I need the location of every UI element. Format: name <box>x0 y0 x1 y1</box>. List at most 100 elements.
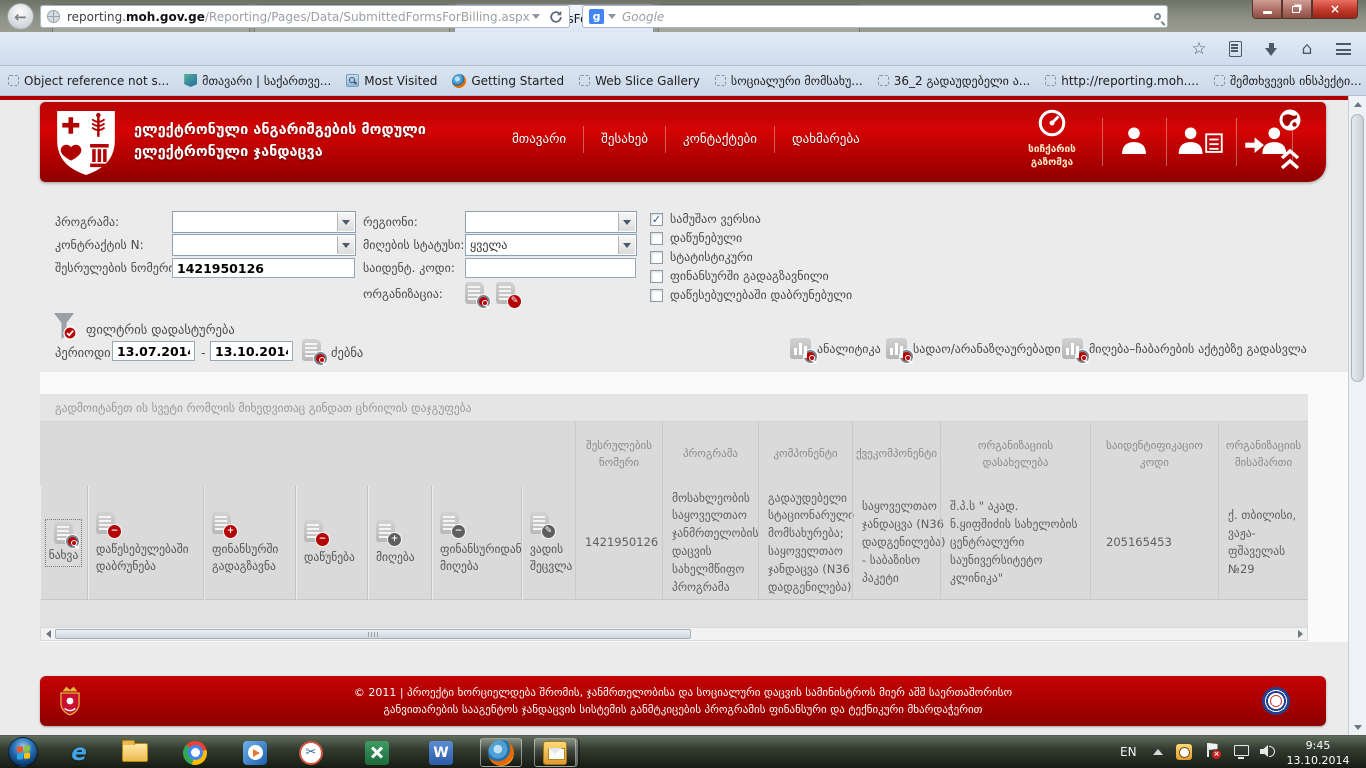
execution-number-input[interactable] <box>172 258 355 278</box>
minimize-button[interactable] <box>1252 0 1282 19</box>
action-return-to-institution-button[interactable]: − დაწესებულებაში დაბრუნება <box>88 486 204 600</box>
scroll-down-icon[interactable] <box>1349 719 1366 735</box>
taskbar-chrome[interactable] <box>174 738 216 767</box>
scroll-up-icon[interactable] <box>1349 96 1366 112</box>
column-header-component[interactable]: კომპონენტი <box>758 422 852 486</box>
bookmark-item[interactable]: სოციალური მომსახუ... <box>715 74 863 88</box>
column-header-subcomponent[interactable]: ქვეკომპონენტი <box>852 422 940 486</box>
bookmark-item[interactable]: Web Slice Gallery <box>579 74 700 88</box>
network-icon[interactable] <box>1234 745 1249 756</box>
region-select[interactable] <box>465 211 637 233</box>
bookmark-item[interactable]: Object reference not s... <box>8 74 169 88</box>
page-vertical-scrollbar[interactable] <box>1348 96 1366 735</box>
checkbox-returned-to-institution[interactable]: დაწესებულებაში დაბრუნებული <box>650 288 852 302</box>
tray-outlook-reminder-icon[interactable] <box>1176 744 1192 760</box>
show-hidden-icons-icon[interactable] <box>1153 749 1163 755</box>
taskbar-word[interactable]: W <box>420 738 462 767</box>
reload-icon[interactable] <box>549 10 563 24</box>
checkbox-statistical[interactable]: სტატისტიკური <box>650 250 753 264</box>
taskbar-windows-explorer[interactable] <box>114 738 156 767</box>
grid-horizontal-scrollbar[interactable] <box>40 627 1308 641</box>
bookmark-item[interactable]: Most Visited <box>346 74 437 88</box>
language-globe-icon[interactable] <box>1278 108 1302 136</box>
start-button[interactable] <box>8 737 38 767</box>
taskbar-excel[interactable] <box>356 738 398 767</box>
disputed-link[interactable]: სადაო/არანაზღაურებადი <box>886 338 1061 359</box>
column-header-organization[interactable]: ორგანიზაციის დასახელება <box>940 422 1090 486</box>
site-identity-globe-icon[interactable] <box>47 10 60 23</box>
filter-confirm-label[interactable]: ფილტრის დადასტურება <box>86 322 235 337</box>
nav-item-home[interactable]: მთავარი <box>495 126 583 153</box>
grid-data-row[interactable]: ნახვა − დაწესებულებაში დაბრუნება + ფინან… <box>40 486 1308 600</box>
column-header-ident-code[interactable]: საიდენტიფიკაციო კოდი <box>1090 422 1218 486</box>
column-header-program[interactable]: პროგრამა <box>662 422 758 486</box>
scroll-right-icon[interactable] <box>1293 628 1307 640</box>
checkbox-sent-to-financial[interactable]: ფინანსურში გადაგზავნილი <box>650 269 829 283</box>
action-reject-button[interactable]: − დაწუნება <box>296 486 368 600</box>
action-center-flag-icon[interactable]: × <box>1206 743 1220 759</box>
action-change-deadline-button[interactable]: ✎ ვადის შეცვლა <box>522 486 575 600</box>
bookmark-item[interactable]: Getting Started <box>452 74 564 88</box>
taskbar-snipping-tool[interactable]: ✂ <box>290 738 332 767</box>
checkbox-unchecked[interactable] <box>650 251 663 264</box>
action-accept-button[interactable]: + მიღება <box>368 486 432 600</box>
back-button[interactable]: ← <box>7 3 34 30</box>
bookmark-star-icon[interactable]: ☆ <box>1186 36 1212 62</box>
nav-item-about[interactable]: შესახებ <box>583 126 665 153</box>
restore-button[interactable] <box>1282 0 1312 19</box>
period-from-input[interactable] <box>112 341 195 361</box>
taskbar-firefox-active[interactable] <box>480 738 522 767</box>
search-bar[interactable]: g <box>582 5 1168 28</box>
downloads-icon[interactable] <box>1258 36 1284 62</box>
filter-funnel-icon[interactable] <box>52 312 78 340</box>
language-indicator[interactable]: EN <box>1120 745 1137 759</box>
checkbox-unchecked[interactable] <box>650 270 663 283</box>
taskbar-media-player[interactable] <box>234 738 276 767</box>
user-list-icon[interactable] <box>1178 126 1224 158</box>
bookmark-item[interactable]: შემთხვევის ინსპექტი... <box>1214 74 1362 88</box>
checkbox-rejected[interactable]: დაწუნებული <box>650 231 742 245</box>
vertical-scrollbar-thumb[interactable] <box>1351 114 1364 382</box>
profile-user-icon[interactable] <box>1118 126 1150 158</box>
search-input[interactable] <box>622 10 1154 24</box>
period-to-input[interactable] <box>210 341 293 361</box>
nav-item-help[interactable]: დახმარება <box>774 126 877 153</box>
period-search-icon[interactable] <box>302 339 321 361</box>
program-select[interactable] <box>172 211 356 233</box>
horizontal-scrollbar-thumb[interactable] <box>55 629 691 639</box>
action-view-button[interactable]: ნახვა <box>40 486 88 600</box>
ident-code-input[interactable] <box>465 258 636 278</box>
url-bar[interactable]: reporting.moh.gov.ge/Reporting/Pages/Dat… <box>40 5 570 28</box>
collapse-chevrons-icon[interactable] <box>1278 148 1302 176</box>
search-engine-dropdown-icon[interactable] <box>608 14 616 19</box>
home-icon[interactable]: ⌂ <box>1294 36 1320 62</box>
action-send-to-financial-button[interactable]: + ფინანსურში გადაგზავნა <box>204 486 296 600</box>
google-engine-icon[interactable]: g <box>589 9 604 24</box>
action-receive-from-financial-button[interactable]: − ფინანსურიდან მიღება <box>432 486 522 600</box>
taskbar-outlook-active[interactable] <box>534 738 576 767</box>
analytics-link[interactable]: ანალიტიკა <box>790 338 881 359</box>
bookmark-item[interactable]: http://reporting.moh.... <box>1045 74 1199 88</box>
search-magnifier-icon[interactable] <box>1154 13 1161 20</box>
organization-edit-icon[interactable]: ✎ <box>496 282 515 304</box>
column-header-address[interactable]: ორგანიზაციის მისამართი <box>1218 422 1308 486</box>
checkbox-unchecked[interactable] <box>650 289 663 302</box>
scroll-left-icon[interactable] <box>41 628 55 640</box>
close-button[interactable]: × <box>1312 0 1358 19</box>
taskbar-internet-explorer[interactable]: e <box>58 738 100 767</box>
status-select[interactable]: ყველა <box>465 234 637 256</box>
url-dropdown-icon[interactable] <box>532 14 540 19</box>
checkbox-unchecked[interactable] <box>650 232 663 245</box>
column-header-execution-number[interactable]: შესრულების ნომერი <box>575 422 662 486</box>
bookmark-item[interactable]: 36_2 გადაუდებელი ა... <box>878 74 1031 88</box>
speed-test-button[interactable]: სიჩქარის გაზომვა <box>1012 107 1092 169</box>
nav-item-contacts[interactable]: კონტაქტები <box>665 126 774 153</box>
volume-icon[interactable] <box>1260 745 1276 758</box>
bookmark-item[interactable]: მთავარი | საქართვე... <box>184 74 331 88</box>
taskbar-clock[interactable]: 9:45 13.10.2014 <box>1286 739 1350 768</box>
organization-search-icon[interactable] <box>465 282 484 304</box>
checkbox-checked[interactable]: ✓ <box>650 213 663 226</box>
contract-select[interactable] <box>172 234 356 256</box>
checkbox-working-version[interactable]: ✓სამუშაო ვერსია <box>650 212 761 226</box>
search-label[interactable]: ძებნა <box>331 345 363 360</box>
